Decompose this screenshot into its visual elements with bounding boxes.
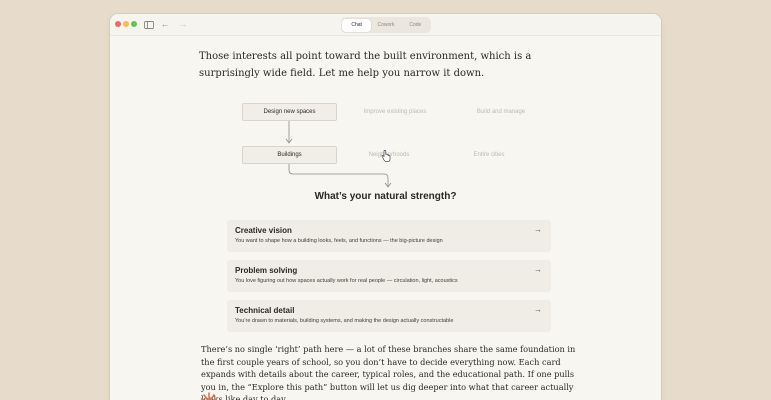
sidebar-toggle-icon[interactable] [144, 18, 154, 31]
card-description: You love figuring out how spaces actuall… [235, 278, 458, 284]
hand-cursor-icon [381, 150, 391, 162]
arrow-right-icon[interactable]: → [534, 225, 542, 234]
option-card-creative-vision[interactable]: Creative vision You want to shape how a … [227, 220, 551, 252]
flow-node-buildings[interactable]: Buildings [242, 146, 337, 164]
option-card-problem-solving[interactable]: Problem solving You love figuring out ho… [227, 260, 551, 292]
tab-cowork[interactable]: Cowork [371, 19, 400, 32]
mode-tabs: Chat Cowork Code [341, 17, 431, 33]
card-title: Technical detail [235, 306, 295, 315]
flow-node-design-new-spaces[interactable]: Design new spaces [242, 103, 337, 121]
connector-line-2 [288, 164, 389, 186]
forward-arrow-icon[interactable]: → [178, 18, 188, 31]
title-bar: ← → Chat Cowork Code [110, 14, 661, 36]
tab-code[interactable]: Code [401, 19, 430, 32]
chat-content: Those interests all point toward the bui… [110, 36, 661, 400]
option-card-technical-detail[interactable]: Technical detail You’re drawn to materia… [227, 300, 551, 332]
close-window-button[interactable] [115, 21, 121, 27]
card-description: You’re drawn to materials, building syst… [235, 318, 454, 324]
card-title: Creative vision [235, 226, 292, 235]
flow-node-build-and-manage[interactable]: Build and manage [452, 103, 550, 121]
card-description: You want to shape how a building looks, … [235, 238, 443, 244]
flow-node-entire-cities[interactable]: Entire cities [452, 146, 526, 164]
app-window: ← → Chat Cowork Code Those interests all… [110, 14, 661, 400]
flow-node-improve-existing-places[interactable]: Improve existing places [346, 103, 444, 121]
claude-logo-icon [200, 392, 218, 400]
card-title: Problem solving [235, 266, 298, 275]
arrow-right-icon[interactable]: → [534, 265, 542, 274]
minimize-window-button[interactable] [123, 21, 129, 27]
arrow-right-icon[interactable]: → [534, 305, 542, 314]
tab-chat[interactable]: Chat [342, 18, 372, 32]
strength-question: What’s your natural strength? [314, 191, 457, 202]
back-arrow-icon[interactable]: ← [160, 18, 170, 31]
maximize-window-button[interactable] [131, 21, 137, 27]
outro-text: There’s no single ‘right’ path here — a … [201, 344, 576, 400]
